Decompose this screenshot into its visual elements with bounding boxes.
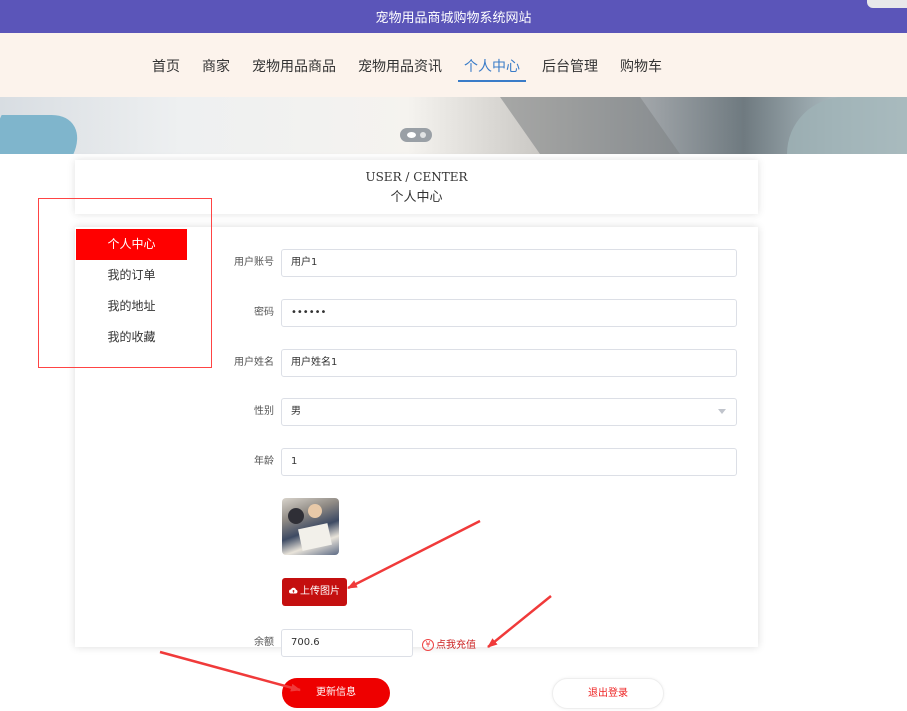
upload-image-button[interactable]: 上传图片 bbox=[282, 578, 347, 606]
chevron-down-icon bbox=[718, 409, 726, 414]
banner-shape bbox=[0, 115, 92, 154]
avatar-image bbox=[282, 498, 339, 555]
nav-merchants[interactable]: 商家 bbox=[202, 56, 230, 76]
password-label: 密码 bbox=[254, 307, 274, 318]
name-label: 用户姓名 bbox=[234, 357, 274, 368]
sidebar-item-user-center[interactable]: 个人中心 bbox=[76, 229, 187, 260]
gender-row: 性别 男 bbox=[215, 398, 740, 426]
section-title-cn: 个人中心 bbox=[390, 190, 443, 205]
avatar-figure bbox=[288, 508, 304, 524]
section-title-en: USER / CENTER bbox=[365, 170, 468, 184]
age-row: 年龄 1 bbox=[215, 448, 740, 476]
password-row: 密码 •••••• bbox=[215, 299, 740, 327]
balance-label: 余额 bbox=[254, 637, 274, 648]
user-sidebar: 个人中心 我的订单 我的地址 我的收藏 bbox=[76, 229, 187, 353]
avatar-figure bbox=[298, 523, 332, 551]
carousel-indicator[interactable] bbox=[400, 128, 432, 142]
banner-carousel bbox=[0, 97, 907, 154]
carousel-dot[interactable] bbox=[407, 132, 416, 138]
update-info-button[interactable]: 更新信息 bbox=[282, 678, 390, 708]
balance-input[interactable]: 700.6 bbox=[281, 629, 413, 657]
nav-home[interactable]: 首页 bbox=[152, 56, 180, 76]
yen-circle-icon: ¥ bbox=[422, 639, 434, 651]
sidebar-item-orders[interactable]: 我的订单 bbox=[76, 260, 187, 291]
account-label: 用户账号 bbox=[234, 257, 274, 268]
section-header: USER / CENTER 个人中心 bbox=[75, 160, 758, 214]
arrow-to-update bbox=[159, 650, 301, 692]
window-corner bbox=[867, 0, 907, 8]
age-input[interactable]: 1 bbox=[281, 448, 737, 476]
avatar-figure bbox=[308, 504, 322, 518]
name-input[interactable]: 用户姓名1 bbox=[281, 349, 737, 377]
gender-select[interactable]: 男 bbox=[281, 398, 737, 426]
age-label: 年龄 bbox=[254, 456, 274, 467]
nav-user-center[interactable]: 个人中心 bbox=[458, 56, 526, 82]
account-input[interactable]: 用户1 bbox=[281, 249, 737, 277]
banner-shape bbox=[500, 97, 680, 154]
sidebar-item-addresses[interactable]: 我的地址 bbox=[76, 291, 187, 322]
site-header: 宠物用品商城购物系统网站 bbox=[0, 0, 907, 33]
cloud-upload-icon bbox=[289, 578, 298, 606]
nav-cart[interactable]: 购物车 bbox=[620, 56, 662, 76]
nav-news[interactable]: 宠物用品资讯 bbox=[358, 56, 442, 76]
gender-value: 男 bbox=[291, 406, 301, 417]
sidebar-item-favorites[interactable]: 我的收藏 bbox=[76, 322, 187, 353]
nav-admin[interactable]: 后台管理 bbox=[542, 56, 598, 76]
recharge-label: 点我充值 bbox=[436, 640, 476, 651]
logout-button[interactable]: 退出登录 bbox=[552, 678, 664, 709]
name-row: 用户姓名 用户姓名1 bbox=[215, 349, 740, 377]
balance-row: 余额 700.6 bbox=[215, 629, 740, 657]
recharge-link[interactable]: ¥ 点我充值 bbox=[422, 636, 476, 651]
upload-label: 上传图片 bbox=[300, 586, 340, 597]
gender-label: 性别 bbox=[254, 406, 274, 417]
main-nav: 首页 商家 宠物用品商品 宠物用品资讯 个人中心 后台管理 购物车 bbox=[0, 33, 907, 97]
nav-products[interactable]: 宠物用品商品 bbox=[252, 56, 336, 76]
site-title: 宠物用品商城购物系统网站 bbox=[375, 11, 532, 26]
carousel-dot[interactable] bbox=[420, 132, 426, 138]
account-row: 用户账号 用户1 bbox=[215, 249, 740, 277]
password-input[interactable]: •••••• bbox=[281, 299, 737, 327]
banner-shape bbox=[787, 97, 907, 154]
